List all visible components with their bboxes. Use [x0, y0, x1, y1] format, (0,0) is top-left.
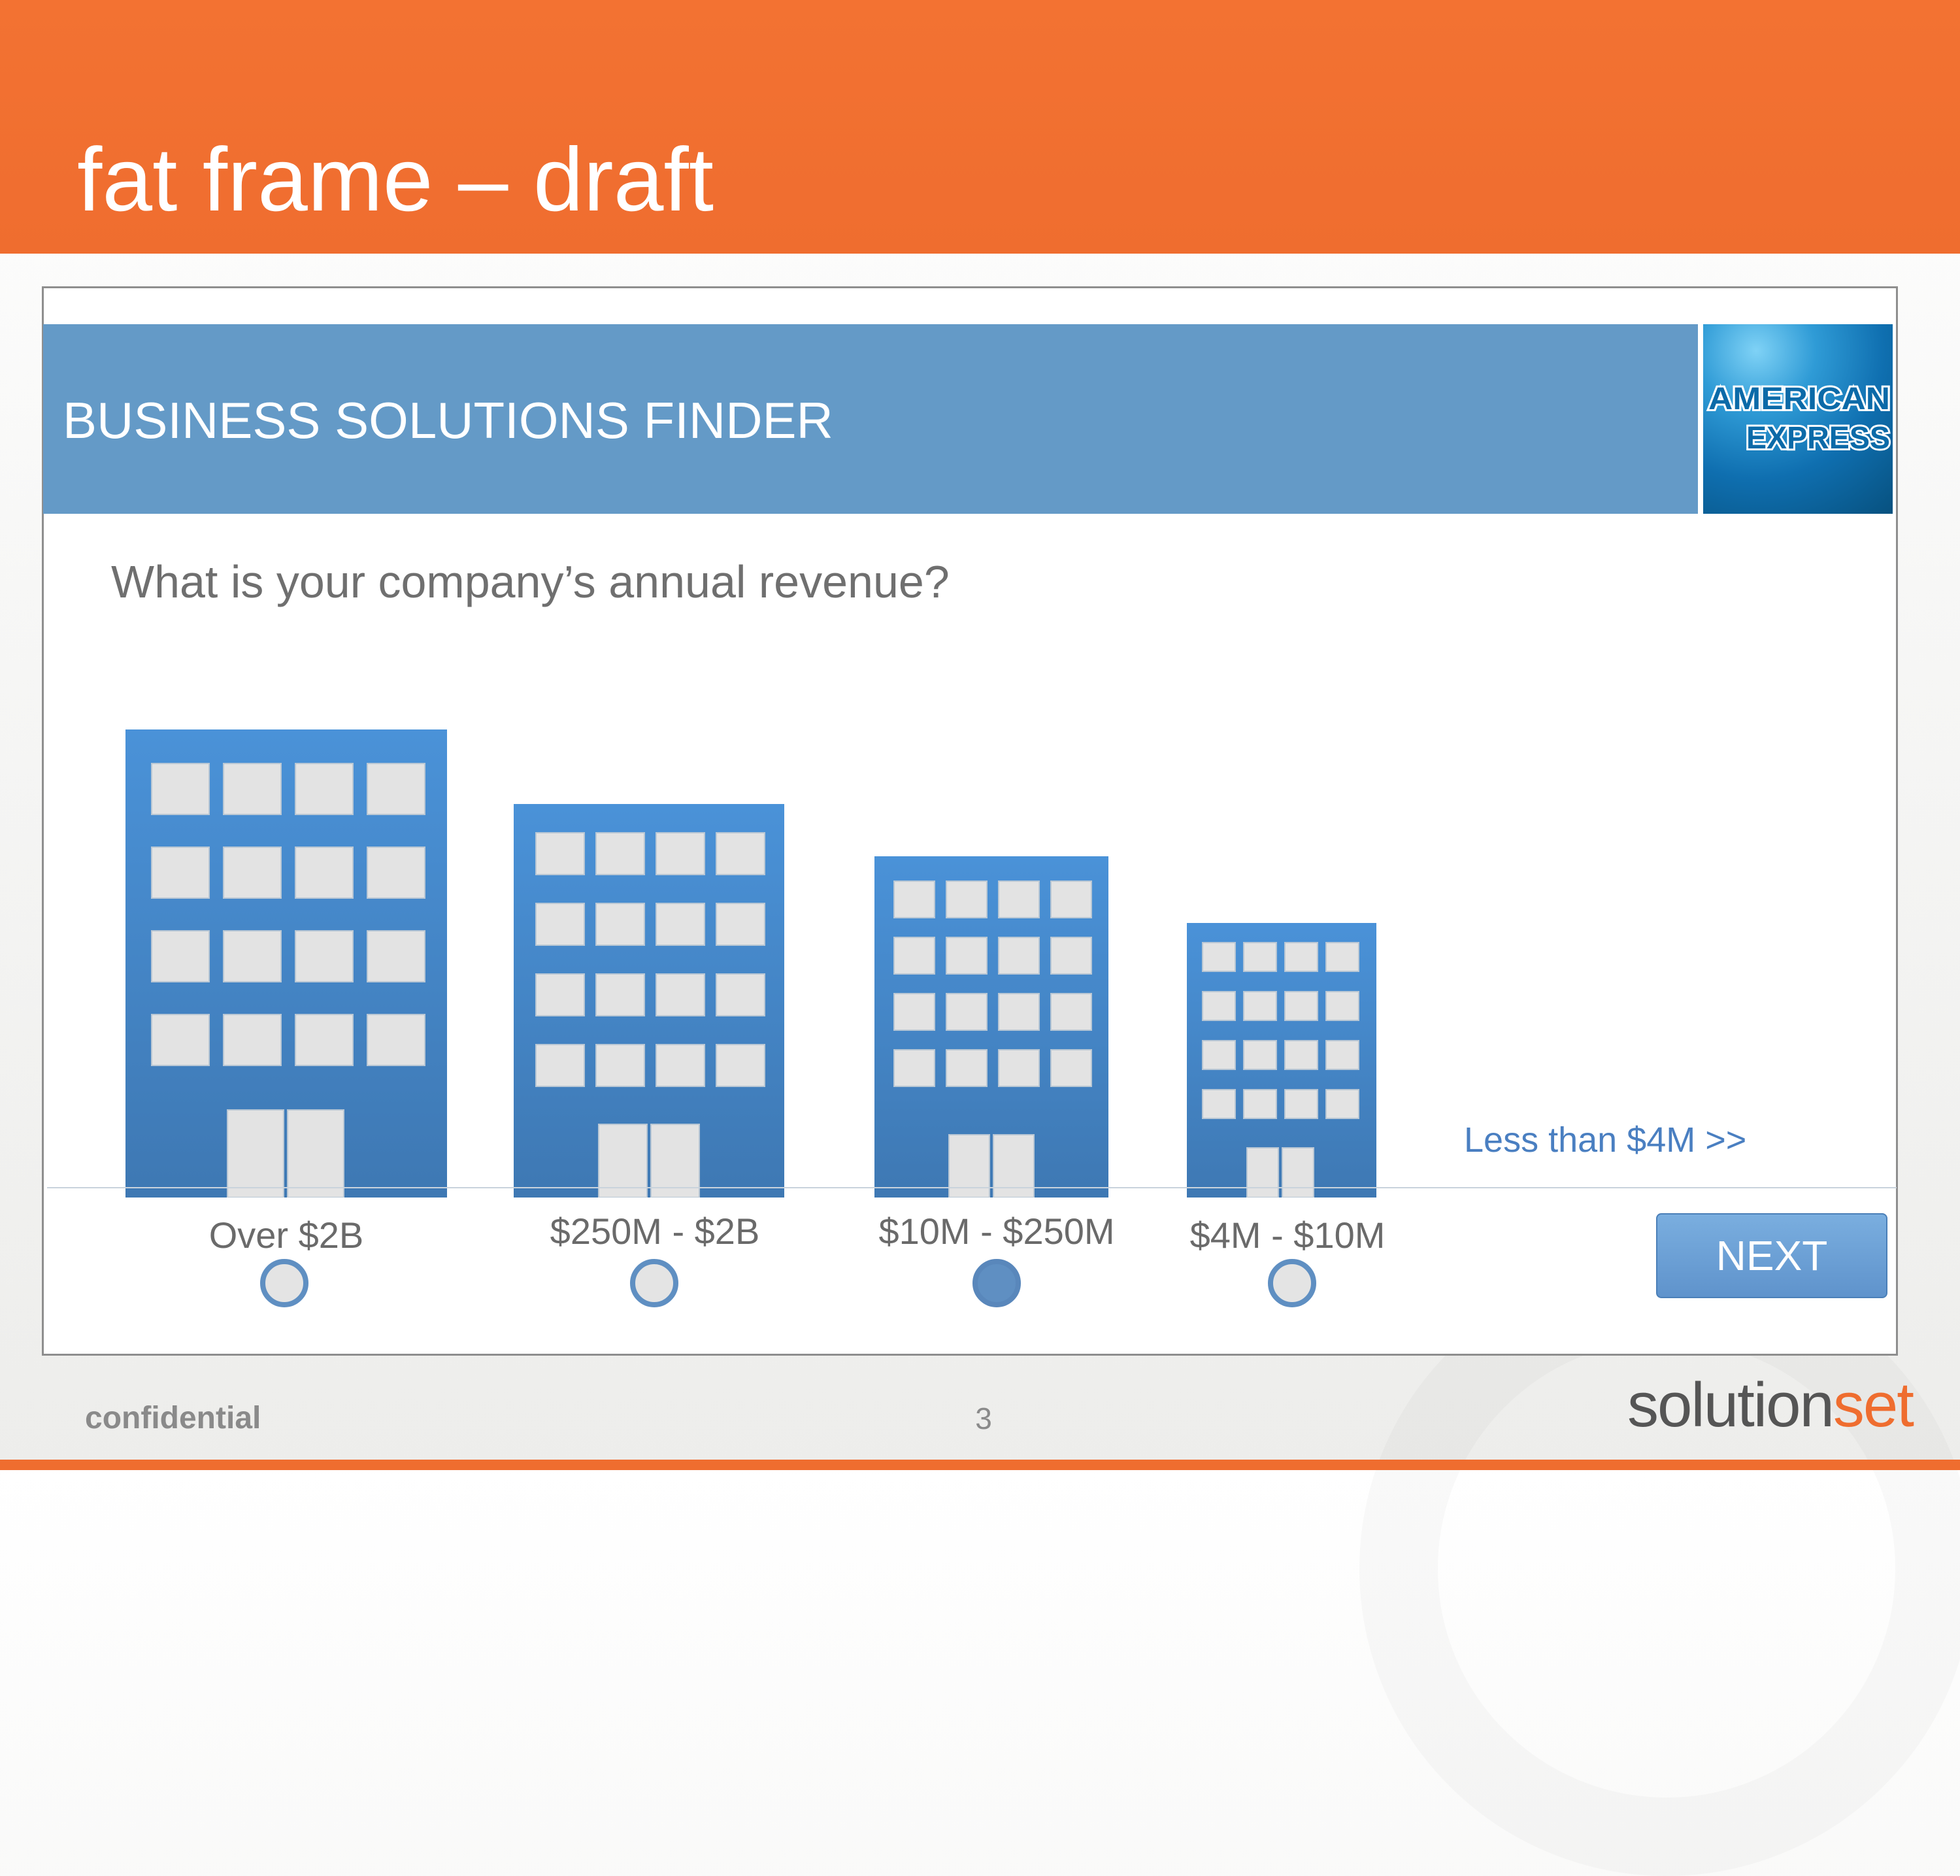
- building-window: [1325, 1040, 1359, 1070]
- building-window: [595, 973, 645, 1016]
- bottom-stripe: [0, 1460, 1960, 1470]
- building-window: [595, 903, 645, 946]
- option-label-250m-2b: $250M - $2B: [550, 1211, 760, 1252]
- radio-10m-250m[interactable]: [972, 1259, 1021, 1307]
- building-window: [295, 930, 354, 982]
- building-window: [946, 993, 988, 1031]
- building-window: [946, 1049, 988, 1087]
- building-window: [595, 832, 645, 875]
- building-window: [656, 1044, 705, 1087]
- building-window: [295, 1014, 354, 1066]
- radio-over-2b[interactable]: [260, 1259, 308, 1307]
- building-window: [716, 1044, 765, 1087]
- building-window: [1284, 991, 1318, 1021]
- building-window: [535, 973, 585, 1016]
- amex-logo-line2-fill: EXPRESS: [1746, 421, 1890, 456]
- building-window: [716, 832, 765, 875]
- building-window: [998, 880, 1040, 918]
- building-window: [367, 1014, 425, 1066]
- building-window: [1243, 1040, 1277, 1070]
- building-window: [1243, 991, 1277, 1021]
- less-than-4m-link[interactable]: Less than $4M >>: [1464, 1119, 1746, 1161]
- building-window: [656, 903, 705, 946]
- building-icon-10m-250m[interactable]: [874, 856, 1108, 1198]
- solutionset-logo: solutionset: [1627, 1370, 1914, 1440]
- building-window: [367, 846, 425, 899]
- building-window: [295, 846, 354, 899]
- building-window: [1202, 1040, 1236, 1070]
- building-window: [1050, 880, 1092, 918]
- building-window: [1325, 1089, 1359, 1119]
- slide-title: fat frame – draft: [77, 129, 714, 230]
- building-window: [1284, 1040, 1318, 1070]
- building-window: [223, 1014, 282, 1066]
- revenue-question: What is your company’s annual revenue?: [111, 556, 950, 607]
- building-window: [1325, 991, 1359, 1021]
- building-window: [1050, 937, 1092, 975]
- building-window: [998, 937, 1040, 975]
- american-express-logo: AMERICAN AMERICAN EXPRESS EXPRESS: [1703, 324, 1893, 514]
- building-window: [535, 1044, 585, 1087]
- building-door: [287, 1109, 344, 1198]
- radio-250m-2b[interactable]: [630, 1259, 678, 1307]
- building-door: [1282, 1147, 1314, 1198]
- building-window: [998, 1049, 1040, 1087]
- building-window: [151, 930, 210, 982]
- building-window: [716, 903, 765, 946]
- solutionset-logo-accent: set: [1833, 1370, 1914, 1440]
- option-label-over-2b: Over $2B: [208, 1214, 364, 1256]
- building-window: [595, 1044, 645, 1087]
- building-window: [1202, 991, 1236, 1021]
- confidential-label: confidential: [85, 1401, 261, 1435]
- option-label-10m-250m: $10M - $250M: [878, 1211, 1115, 1252]
- building-window: [151, 763, 210, 815]
- finder-title: BUSINESS SOLUTIONS FINDER: [63, 392, 833, 449]
- page-number: 3: [975, 1401, 992, 1435]
- option-label-4m-10m: $4M - $10M: [1189, 1214, 1386, 1256]
- building-window: [223, 846, 282, 899]
- building-window: [716, 973, 765, 1016]
- building-window: [535, 832, 585, 875]
- building-icon-250m-2b[interactable]: [514, 804, 784, 1198]
- ground-line: [47, 1187, 1897, 1188]
- building-window: [1284, 1089, 1318, 1119]
- building-window: [1202, 942, 1236, 972]
- building-window: [295, 763, 354, 815]
- building-window: [893, 880, 935, 918]
- building-window: [998, 993, 1040, 1031]
- amex-logo-line1-fill: AMERICAN: [1708, 382, 1890, 416]
- building-window: [151, 846, 210, 899]
- building-window: [367, 930, 425, 982]
- building-window: [893, 993, 935, 1031]
- next-button[interactable]: NEXT: [1656, 1213, 1887, 1298]
- building-window: [656, 832, 705, 875]
- building-window: [656, 973, 705, 1016]
- solutionset-logo-text: solution: [1627, 1370, 1835, 1440]
- building-window: [535, 903, 585, 946]
- building-window: [1202, 1089, 1236, 1119]
- building-door: [1246, 1147, 1279, 1198]
- building-window: [946, 937, 988, 975]
- building-window: [1325, 942, 1359, 972]
- radio-4m-10m[interactable]: [1268, 1259, 1316, 1307]
- building-window: [1243, 1089, 1277, 1119]
- building-window: [223, 930, 282, 982]
- building-window: [151, 1014, 210, 1066]
- building-window: [1284, 942, 1318, 972]
- building-door: [227, 1109, 284, 1198]
- building-window: [223, 763, 282, 815]
- building-window: [1050, 1049, 1092, 1087]
- building-icon-over-2b[interactable]: [125, 729, 447, 1198]
- building-window: [1050, 993, 1092, 1031]
- building-window: [893, 937, 935, 975]
- building-window: [367, 763, 425, 815]
- building-window: [946, 880, 988, 918]
- building-window: [1243, 942, 1277, 972]
- building-window: [893, 1049, 935, 1087]
- building-icon-4m-10m[interactable]: [1187, 923, 1376, 1198]
